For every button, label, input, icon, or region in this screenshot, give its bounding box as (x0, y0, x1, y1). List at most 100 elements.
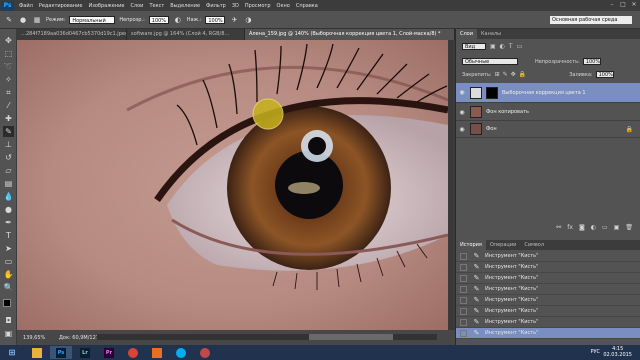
visibility-eye-icon[interactable]: ◉ (456, 109, 468, 116)
tab-channels[interactable]: Каналы (477, 29, 505, 39)
add-mask-icon[interactable]: ◙ (579, 224, 585, 231)
history-checkbox[interactable] (460, 285, 467, 293)
link-layers-icon[interactable]: ⚯ (556, 224, 561, 231)
type-tool-icon[interactable]: T (3, 230, 14, 241)
quick-select-tool-icon[interactable]: ✧ (3, 74, 14, 85)
brush-panel-icon[interactable]: ▦ (32, 15, 42, 25)
layer-style-icon[interactable]: fx (567, 224, 573, 231)
shape-tool-icon[interactable]: ▭ (3, 256, 14, 267)
history-item[interactable]: ✎ Инструмент "Кисть" (456, 317, 640, 328)
hand-tool-icon[interactable]: ✋ (3, 269, 14, 280)
history-checkbox[interactable] (460, 252, 467, 260)
history-item[interactable]: ✎ Инструмент "Кисть" (456, 284, 640, 295)
scroll-thumb[interactable] (309, 334, 393, 340)
vertical-scrollbar[interactable] (448, 40, 455, 330)
pressure-field[interactable]: 100% (205, 15, 226, 24)
clone-stamp-tool-icon[interactable]: ⊥ (3, 139, 14, 150)
filter-adjust-icon[interactable]: ◐ (500, 43, 505, 50)
system-clock[interactable]: 4:15 02.03.2015 (603, 346, 632, 358)
lock-pixels-icon[interactable]: ⊞ (495, 71, 500, 78)
taskbar-photoshop[interactable]: Ps (50, 346, 72, 359)
menu-filter[interactable]: Фильтр (203, 3, 229, 9)
history-brush-tool-icon[interactable]: ↺ (3, 152, 14, 163)
workspace-select[interactable]: Основная рабочая среда (550, 16, 632, 24)
close-icon[interactable]: ✕ (630, 1, 638, 9)
dodge-tool-icon[interactable]: ● (3, 204, 14, 215)
taskbar-lightroom[interactable]: Lr (74, 346, 96, 359)
tab-document-1[interactable]: …284f7189aa036d0467cb5370d19c1.jpeg (17, 29, 127, 40)
pressure-size-icon[interactable]: ◑ (243, 15, 253, 25)
history-checkbox[interactable] (460, 329, 467, 337)
tab-actions[interactable]: Операции (486, 240, 520, 250)
quick-mask-icon[interactable]: ◘ (3, 315, 14, 326)
history-checkbox[interactable] (460, 296, 467, 304)
history-item[interactable]: ✎ Инструмент "Кисть" (456, 306, 640, 317)
path-select-tool-icon[interactable]: ➤ (3, 243, 14, 254)
taskbar-explorer[interactable] (26, 346, 48, 359)
tab-document-2[interactable]: software.jpg @ 164% (Слой 4, RGB/8… (127, 29, 245, 40)
layer-row-background[interactable]: ◉ Фон 🔒 (456, 121, 640, 138)
layer-opacity-field[interactable]: 100% (582, 58, 601, 65)
tab-document-active[interactable]: Алена_159.jpg @ 140% (Выборочная коррекц… (245, 29, 455, 40)
pen-tool-icon[interactable]: ✒ (3, 217, 14, 228)
menu-view[interactable]: Просмотр (242, 3, 274, 9)
history-checkbox[interactable] (460, 274, 467, 282)
blur-tool-icon[interactable]: 💧 (3, 191, 14, 202)
fill-field[interactable]: 100% (595, 71, 614, 78)
history-checkbox[interactable] (460, 263, 467, 271)
layer-row-background-copy[interactable]: ◉ Фон копировать (456, 104, 640, 121)
menu-image[interactable]: Изображение (85, 3, 127, 9)
visibility-eye-icon[interactable]: ◉ (456, 89, 468, 96)
lasso-tool-icon[interactable]: ➰ (3, 61, 14, 72)
mask-thumbnail[interactable] (486, 86, 498, 99)
menu-select[interactable]: Выделение (167, 3, 203, 9)
brush-tool-preset-icon[interactable]: ✎ (4, 15, 14, 25)
history-item[interactable]: ✎ Инструмент "Кисть" (456, 295, 640, 306)
blend-mode-select[interactable]: Обычные (462, 58, 518, 65)
lock-move-icon[interactable]: ✥ (511, 71, 516, 78)
tab-character[interactable]: Символ (520, 240, 548, 250)
taskbar-opera[interactable] (146, 346, 168, 359)
language-indicator[interactable]: РУС (590, 349, 600, 355)
filter-pixel-icon[interactable]: ▣ (490, 43, 496, 50)
pressure-opacity-icon[interactable]: ◐ (173, 15, 183, 25)
taskbar-chrome[interactable] (122, 346, 144, 359)
layer-row-selective-color[interactable]: ◉ Выборочная коррекция цвета 1 (456, 83, 640, 103)
move-tool-icon[interactable]: ✥ (3, 35, 14, 46)
screen-mode-icon[interactable]: ▣ (3, 328, 14, 339)
minimize-icon[interactable]: – (608, 1, 616, 9)
taskbar-tool[interactable] (194, 346, 216, 359)
layer-kind-select[interactable]: Вид (462, 43, 486, 50)
new-group-icon[interactable]: ▭ (602, 224, 608, 231)
adjustment-layer-icon[interactable]: ◐ (591, 224, 596, 231)
zoom-tool-icon[interactable]: 🔍 (3, 282, 14, 293)
history-checkbox[interactable] (460, 318, 467, 326)
start-button[interactable]: ⊞ (0, 346, 24, 359)
zoom-level[interactable]: 139,65% (17, 335, 55, 341)
history-item[interactable]: ✎ Инструмент "Кисть" (456, 251, 640, 262)
history-item-current[interactable]: ✎ Инструмент "Кисть" (456, 328, 640, 339)
menu-3d[interactable]: 3D (229, 3, 242, 9)
mode-select[interactable]: Нормальный (69, 15, 116, 24)
tab-history[interactable]: История (456, 240, 486, 250)
menu-window[interactable]: Окно (274, 3, 293, 9)
marquee-tool-icon[interactable]: ⬚ (3, 48, 14, 59)
eyedropper-tool-icon[interactable]: ⁄ (3, 100, 14, 111)
crop-tool-icon[interactable]: ⌗ (3, 87, 14, 98)
menu-layers[interactable]: Слои (127, 3, 146, 9)
history-item[interactable]: ✎ Инструмент "Кисть" (456, 262, 640, 273)
history-item[interactable]: ✎ Инструмент "Кисть" (456, 273, 640, 284)
menu-help[interactable]: Справка (293, 3, 321, 9)
menu-edit[interactable]: Редактирование (36, 3, 86, 9)
eraser-tool-icon[interactable]: ▱ (3, 165, 14, 176)
new-layer-icon[interactable]: ▣ (614, 224, 620, 231)
menu-type[interactable]: Текст (146, 3, 167, 9)
lock-paint-icon[interactable]: ✎ (503, 71, 508, 78)
menu-file[interactable]: Файл (16, 3, 36, 9)
delete-layer-icon[interactable]: 🗑 (625, 224, 633, 231)
filter-shape-icon[interactable]: ▭ (517, 43, 523, 50)
tab-layers[interactable]: Слои (456, 29, 477, 39)
brush-size-picker-icon[interactable]: ● (18, 15, 28, 25)
filter-type-icon[interactable]: T (509, 43, 513, 50)
brush-tool-icon[interactable]: ✎ (3, 126, 14, 137)
